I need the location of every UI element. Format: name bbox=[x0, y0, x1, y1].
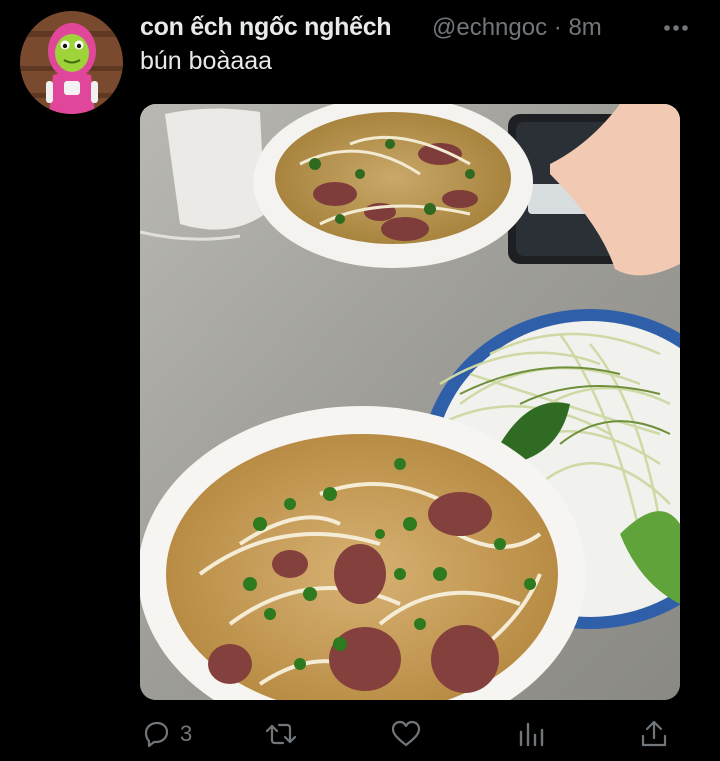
analytics-button[interactable] bbox=[516, 712, 546, 756]
reply-count: 3 bbox=[180, 721, 193, 746]
frog-avatar-icon bbox=[20, 11, 123, 114]
more-icon bbox=[664, 25, 688, 31]
avatar[interactable] bbox=[20, 11, 123, 114]
retweet-button[interactable] bbox=[264, 712, 298, 756]
retweet-icon bbox=[265, 723, 297, 745]
tweet-text: bún boàaaa bbox=[140, 47, 273, 75]
tweet-timestamp[interactable]: 8m bbox=[568, 14, 601, 41]
user-handle[interactable]: @echngoc bbox=[432, 14, 547, 41]
tweet-header: con ếch ngốc nghếch @echngoc · 8m bbox=[140, 12, 700, 44]
reply-button[interactable]: 3 bbox=[140, 712, 192, 756]
display-name[interactable]: con ếch ngốc nghếch bbox=[140, 13, 392, 42]
noodle-soup-photo-icon bbox=[140, 104, 680, 700]
like-icon bbox=[391, 720, 421, 747]
tweet-actions: 3 bbox=[140, 712, 700, 756]
analytics-icon bbox=[519, 722, 544, 747]
tweet-media-photo[interactable] bbox=[140, 104, 680, 700]
more-options-button[interactable] bbox=[662, 18, 690, 38]
meta-separator: · bbox=[553, 14, 562, 41]
share-button[interactable] bbox=[638, 712, 670, 756]
reply-icon bbox=[144, 721, 169, 748]
tweet-meta: @echngoc · 8m bbox=[432, 14, 602, 42]
like-button[interactable] bbox=[390, 712, 422, 756]
share-icon bbox=[641, 720, 667, 747]
